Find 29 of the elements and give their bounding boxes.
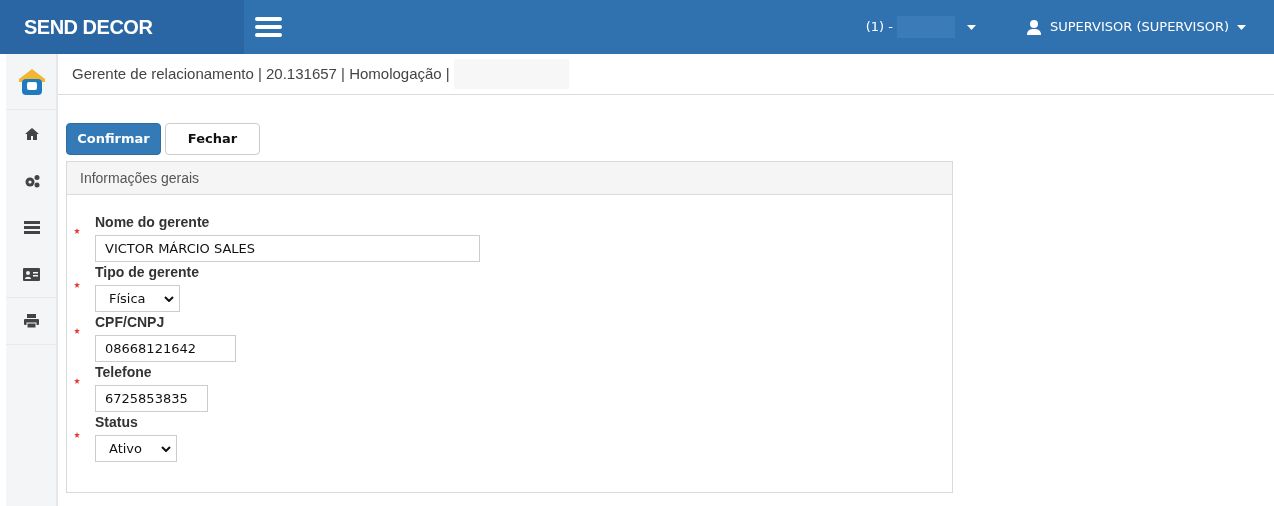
user-menu[interactable]: SUPERVISOR (SUPERVISOR) <box>1025 17 1246 37</box>
print-icon[interactable] <box>24 314 39 328</box>
list-icon[interactable] <box>23 221 40 234</box>
input-field[interactable]: 08668121642 <box>95 335 236 362</box>
home-icon[interactable] <box>24 127 39 140</box>
caret-icon <box>966 24 976 30</box>
field-label: CPF/CNPJ <box>95 313 166 331</box>
field-label: Telefone <box>95 363 153 381</box>
field-label: Status <box>95 413 139 431</box>
page-breadcrumb: Gerente de relacionamento | 20.131657 | Homologação | <box>72 63 450 84</box>
chevron-down-icon <box>164 295 174 302</box>
chevron-down-icon <box>161 445 171 452</box>
select-field[interactable]: Ativo <box>95 435 177 462</box>
id-card-icon[interactable] <box>23 267 40 281</box>
close-button[interactable]: Fechar <box>165 123 260 155</box>
caret-icon <box>1237 24 1246 30</box>
field-label: Tipo de gerente <box>95 263 200 281</box>
menu-icon[interactable] <box>255 17 282 37</box>
panel-title: Informações gerais <box>67 162 952 195</box>
brand-logo[interactable]: SEND DECOR <box>24 12 153 42</box>
input-field[interactable]: VICTOR MÁRCIO SALES <box>95 235 480 262</box>
context-dropdown[interactable]: (1) - <box>865 16 976 38</box>
sofa-house-logo-icon[interactable] <box>16 66 47 97</box>
gears-icon[interactable] <box>23 173 40 188</box>
confirm-button[interactable]: Confirmar <box>66 123 161 155</box>
input-field[interactable]: 6725853835 <box>95 385 208 412</box>
field-label: Nome do gerente <box>95 213 211 231</box>
user-icon <box>1025 19 1042 35</box>
select-field[interactable]: Física <box>95 285 180 312</box>
